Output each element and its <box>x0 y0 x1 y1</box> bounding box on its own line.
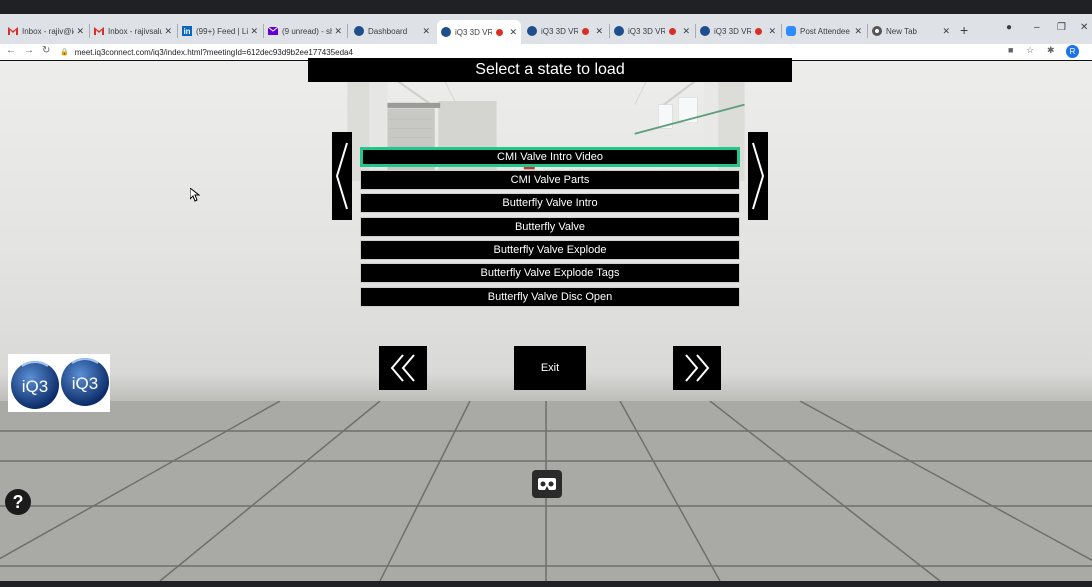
tab-linkedin[interactable]: in (99+) Feed | Lin ✕ <box>178 20 262 42</box>
close-icon[interactable]: ✕ <box>250 26 258 37</box>
tab-label: Inbox - rajivsalu <box>108 26 163 36</box>
tab-label: iQ3 3D VR <box>714 26 752 36</box>
iq3-logo-icon: iQ3 iQ3 <box>11 358 109 409</box>
recording-icon <box>669 27 677 35</box>
tab-inbox-1[interactable]: Inbox - rajiv@iq ✕ <box>4 20 88 42</box>
double-chevron-left-icon <box>390 354 415 382</box>
logo-text-left: iQ3 <box>22 377 48 396</box>
tab-label: (99+) Feed | Lin <box>196 26 249 36</box>
tab-iq3-vr-4[interactable]: iQ3 3D VR ✕ <box>696 20 780 42</box>
reload-button[interactable]: ↻ <box>42 45 50 56</box>
close-icon[interactable]: ✕ <box>768 26 776 37</box>
back-button[interactable]: ← <box>6 45 16 56</box>
camera-icon[interactable]: ■ <box>1008 45 1013 55</box>
tab-label: New Tab <box>886 26 917 36</box>
tab-post-attendee[interactable]: Post Attendee - ✕ <box>782 20 866 42</box>
chevron-left-icon <box>335 142 348 210</box>
forward-button[interactable]: → <box>24 45 34 56</box>
tab-iq3-vr-active[interactable]: iQ3 3D VR ✕ <box>437 20 521 44</box>
close-icon[interactable]: ✕ <box>854 26 862 37</box>
gmail-icon <box>94 26 104 36</box>
close-icon[interactable]: ✕ <box>942 26 950 37</box>
state-option[interactable]: Butterfly Valve Explode Tags <box>360 263 740 283</box>
recording-icon <box>755 27 763 35</box>
vr-mode-button[interactable] <box>532 470 562 498</box>
tab-iq3-vr-2[interactable]: iQ3 3D VR ✕ <box>523 20 607 42</box>
help-button[interactable]: ? <box>5 489 31 515</box>
restore-button[interactable]: ❐ <box>1057 22 1066 33</box>
iq3-icon <box>614 26 624 36</box>
double-chevron-right-icon <box>685 354 710 382</box>
logo-text-right: iQ3 <box>72 374 98 393</box>
extensions-icon[interactable]: ✱ <box>1047 45 1055 56</box>
mouse-cursor-icon <box>190 188 200 202</box>
previous-state-button[interactable] <box>379 346 427 390</box>
minimize-button[interactable]: – <box>1034 22 1040 33</box>
close-icon[interactable]: ✕ <box>422 26 430 37</box>
bottom-bar <box>0 581 1092 587</box>
vr-viewport[interactable] <box>0 61 1092 581</box>
tab-iq3-vr-3[interactable]: iQ3 3D VR ✕ <box>610 20 694 42</box>
tab-label: iQ3 3D VR <box>628 26 666 36</box>
state-option[interactable]: CMI Valve Intro Video <box>360 147 740 167</box>
bookmark-star-icon[interactable]: ☆ <box>1026 45 1034 56</box>
tab-label: Post Attendee - <box>800 26 853 36</box>
tab-new-tab[interactable]: New Tab ✕ <box>868 20 954 42</box>
tab-unread-mail[interactable]: (9 unread) - sha ✕ <box>264 20 346 42</box>
state-option[interactable]: Butterfly Valve Explode <box>360 240 740 260</box>
tab-label: (9 unread) - sha <box>282 26 333 36</box>
tab-separator <box>347 24 348 38</box>
chrome-icon <box>872 26 882 36</box>
iq3-logo: iQ3 iQ3 <box>8 354 110 412</box>
tab-label: Inbox - rajiv@iq <box>22 26 75 36</box>
chevron-right-icon <box>752 142 765 210</box>
new-tab-button[interactable]: + <box>960 22 968 38</box>
tab-label: iQ3 3D VR <box>541 26 579 36</box>
url-text: meet.iq3connect.com/iq3/index.html?meeti… <box>74 47 353 57</box>
profile-avatar[interactable]: R <box>1066 45 1079 58</box>
close-icon[interactable]: ✕ <box>334 26 342 37</box>
lock-icon: 🔒 <box>60 49 69 56</box>
state-option[interactable]: Butterfly Valve Intro <box>360 193 740 213</box>
window-close-button[interactable]: ✕ <box>1080 22 1088 33</box>
tab-inbox-2[interactable]: Inbox - rajivsalu ✕ <box>90 20 176 42</box>
iq3-icon <box>354 26 364 36</box>
state-option[interactable]: Butterfly Valve Disc Open <box>360 287 740 307</box>
close-icon[interactable]: ✕ <box>595 26 603 37</box>
mail-icon <box>268 26 278 36</box>
exit-button[interactable]: Exit <box>514 346 586 390</box>
iq3-icon <box>700 26 710 36</box>
state-option[interactable]: CMI Valve Parts <box>360 170 740 190</box>
linkedin-icon: in <box>182 26 192 36</box>
recording-icon <box>496 28 504 36</box>
record-indicator-icon[interactable]: ● <box>1006 22 1012 33</box>
menu-title: Select a state to load <box>308 58 792 82</box>
close-icon[interactable]: ✕ <box>509 27 517 38</box>
iq3-icon <box>527 26 537 36</box>
address-bar[interactable]: 🔒 meet.iq3connect.com/iq3/index.html?mee… <box>60 45 353 59</box>
close-icon[interactable]: ✕ <box>682 26 690 37</box>
tab-label: iQ3 3D VR <box>455 27 493 37</box>
zoom-icon <box>786 26 796 36</box>
recording-icon <box>582 27 590 35</box>
tab-label: Dashboard <box>368 26 408 36</box>
gmail-icon <box>8 26 18 36</box>
vr-headset-icon <box>538 478 556 490</box>
next-state-button[interactable] <box>673 346 721 390</box>
close-icon[interactable]: ✕ <box>76 26 84 37</box>
title-bar <box>0 0 1092 14</box>
next-page-button[interactable] <box>748 132 768 220</box>
close-icon[interactable]: ✕ <box>164 26 172 37</box>
tab-dashboard[interactable]: Dashboard ✕ <box>350 20 434 42</box>
previous-page-button[interactable] <box>332 132 352 220</box>
state-option[interactable]: Butterfly Valve <box>360 217 740 237</box>
iq3-icon <box>441 27 451 37</box>
